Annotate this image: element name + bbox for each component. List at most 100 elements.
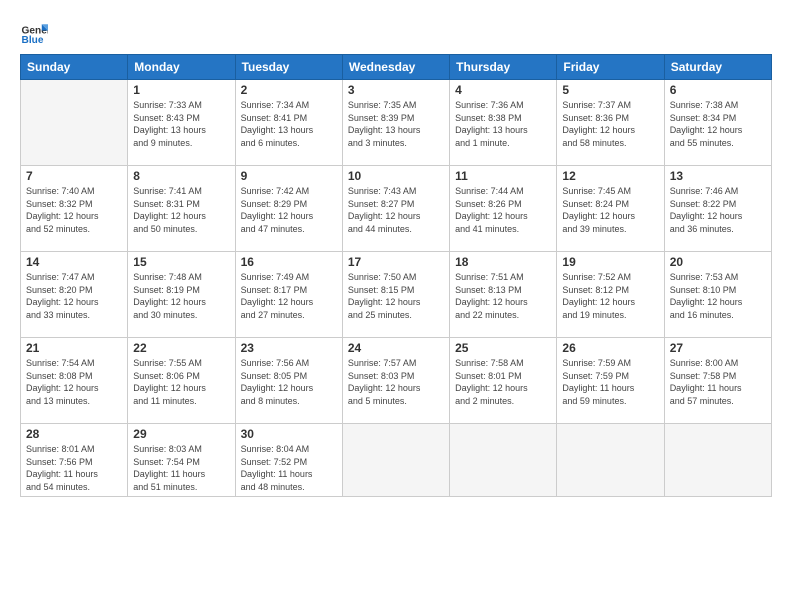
calendar-cell bbox=[21, 80, 128, 166]
calendar-cell: 2 Sunrise: 7:34 AM Sunset: 8:41 PM Daylig… bbox=[235, 80, 342, 166]
day-number: 11 bbox=[455, 169, 551, 183]
day-number: 23 bbox=[241, 341, 337, 355]
day-number: 8 bbox=[133, 169, 229, 183]
day-info: Sunrise: 7:46 AM Sunset: 8:22 PM Dayligh… bbox=[670, 185, 766, 235]
day-info: Sunrise: 7:47 AM Sunset: 8:20 PM Dayligh… bbox=[26, 271, 122, 321]
day-info: Sunrise: 7:59 AM Sunset: 7:59 PM Dayligh… bbox=[562, 357, 658, 407]
calendar-cell: 27 Sunrise: 8:00 AM Sunset: 7:58 PM Dayli… bbox=[664, 338, 771, 424]
day-info: Sunrise: 7:52 AM Sunset: 8:12 PM Dayligh… bbox=[562, 271, 658, 321]
day-number: 7 bbox=[26, 169, 122, 183]
day-info: Sunrise: 7:40 AM Sunset: 8:32 PM Dayligh… bbox=[26, 185, 122, 235]
day-info: Sunrise: 8:01 AM Sunset: 7:56 PM Dayligh… bbox=[26, 443, 122, 493]
weekday-friday: Friday bbox=[557, 55, 664, 80]
day-info: Sunrise: 7:42 AM Sunset: 8:29 PM Dayligh… bbox=[241, 185, 337, 235]
calendar-cell: 28 Sunrise: 8:01 AM Sunset: 7:56 PM Dayli… bbox=[21, 424, 128, 497]
day-info: Sunrise: 7:49 AM Sunset: 8:17 PM Dayligh… bbox=[241, 271, 337, 321]
weekday-header-row: SundayMondayTuesdayWednesdayThursdayFrid… bbox=[21, 55, 772, 80]
calendar-cell: 14 Sunrise: 7:47 AM Sunset: 8:20 PM Dayli… bbox=[21, 252, 128, 338]
logo-icon: General Blue bbox=[20, 18, 48, 46]
calendar-cell: 15 Sunrise: 7:48 AM Sunset: 8:19 PM Dayli… bbox=[128, 252, 235, 338]
day-info: Sunrise: 7:48 AM Sunset: 8:19 PM Dayligh… bbox=[133, 271, 229, 321]
day-info: Sunrise: 7:37 AM Sunset: 8:36 PM Dayligh… bbox=[562, 99, 658, 149]
day-number: 19 bbox=[562, 255, 658, 269]
calendar-cell: 5 Sunrise: 7:37 AM Sunset: 8:36 PM Daylig… bbox=[557, 80, 664, 166]
day-number: 9 bbox=[241, 169, 337, 183]
calendar-cell: 7 Sunrise: 7:40 AM Sunset: 8:32 PM Daylig… bbox=[21, 166, 128, 252]
calendar-cell: 20 Sunrise: 7:53 AM Sunset: 8:10 PM Dayli… bbox=[664, 252, 771, 338]
day-number: 6 bbox=[670, 83, 766, 97]
weekday-saturday: Saturday bbox=[664, 55, 771, 80]
weekday-tuesday: Tuesday bbox=[235, 55, 342, 80]
calendar-cell: 16 Sunrise: 7:49 AM Sunset: 8:17 PM Dayli… bbox=[235, 252, 342, 338]
calendar-cell bbox=[342, 424, 449, 497]
calendar-cell: 12 Sunrise: 7:45 AM Sunset: 8:24 PM Dayli… bbox=[557, 166, 664, 252]
day-info: Sunrise: 7:50 AM Sunset: 8:15 PM Dayligh… bbox=[348, 271, 444, 321]
day-info: Sunrise: 7:38 AM Sunset: 8:34 PM Dayligh… bbox=[670, 99, 766, 149]
calendar-cell: 26 Sunrise: 7:59 AM Sunset: 7:59 PM Dayli… bbox=[557, 338, 664, 424]
calendar-cell: 23 Sunrise: 7:56 AM Sunset: 8:05 PM Dayli… bbox=[235, 338, 342, 424]
calendar-cell: 30 Sunrise: 8:04 AM Sunset: 7:52 PM Dayli… bbox=[235, 424, 342, 497]
day-number: 2 bbox=[241, 83, 337, 97]
weekday-sunday: Sunday bbox=[21, 55, 128, 80]
day-number: 17 bbox=[348, 255, 444, 269]
day-info: Sunrise: 7:44 AM Sunset: 8:26 PM Dayligh… bbox=[455, 185, 551, 235]
day-number: 20 bbox=[670, 255, 766, 269]
day-number: 16 bbox=[241, 255, 337, 269]
header: General Blue bbox=[20, 18, 772, 46]
day-info: Sunrise: 7:58 AM Sunset: 8:01 PM Dayligh… bbox=[455, 357, 551, 407]
weekday-monday: Monday bbox=[128, 55, 235, 80]
day-info: Sunrise: 7:51 AM Sunset: 8:13 PM Dayligh… bbox=[455, 271, 551, 321]
day-info: Sunrise: 7:35 AM Sunset: 8:39 PM Dayligh… bbox=[348, 99, 444, 149]
calendar-cell: 29 Sunrise: 8:03 AM Sunset: 7:54 PM Dayli… bbox=[128, 424, 235, 497]
calendar-cell: 10 Sunrise: 7:43 AM Sunset: 8:27 PM Dayli… bbox=[342, 166, 449, 252]
day-number: 30 bbox=[241, 427, 337, 441]
day-info: Sunrise: 8:00 AM Sunset: 7:58 PM Dayligh… bbox=[670, 357, 766, 407]
day-number: 27 bbox=[670, 341, 766, 355]
day-info: Sunrise: 7:56 AM Sunset: 8:05 PM Dayligh… bbox=[241, 357, 337, 407]
calendar-cell: 19 Sunrise: 7:52 AM Sunset: 8:12 PM Dayli… bbox=[557, 252, 664, 338]
calendar-cell: 24Sunrise: 7:57 AM Sunset: 8:03 PM Dayli… bbox=[342, 338, 449, 424]
calendar-cell: 13 Sunrise: 7:46 AM Sunset: 8:22 PM Dayli… bbox=[664, 166, 771, 252]
day-info: Sunrise: 7:45 AM Sunset: 8:24 PM Dayligh… bbox=[562, 185, 658, 235]
day-number: 28 bbox=[26, 427, 122, 441]
day-number: 21 bbox=[26, 341, 122, 355]
calendar-cell: 4 Sunrise: 7:36 AM Sunset: 8:38 PM Daylig… bbox=[450, 80, 557, 166]
day-number: 4 bbox=[455, 83, 551, 97]
calendar-cell: 3 Sunrise: 7:35 AM Sunset: 8:39 PM Daylig… bbox=[342, 80, 449, 166]
weekday-thursday: Thursday bbox=[450, 55, 557, 80]
day-number: 15 bbox=[133, 255, 229, 269]
calendar-cell: 11 Sunrise: 7:44 AM Sunset: 8:26 PM Dayli… bbox=[450, 166, 557, 252]
calendar: SundayMondayTuesdayWednesdayThursdayFrid… bbox=[20, 54, 772, 497]
day-number: 12 bbox=[562, 169, 658, 183]
day-info: Sunrise: 8:04 AM Sunset: 7:52 PM Dayligh… bbox=[241, 443, 337, 493]
day-number: 5 bbox=[562, 83, 658, 97]
weekday-wednesday: Wednesday bbox=[342, 55, 449, 80]
day-info: Sunrise: 7:54 AM Sunset: 8:08 PM Dayligh… bbox=[26, 357, 122, 407]
calendar-cell bbox=[557, 424, 664, 497]
calendar-cell: 17 Sunrise: 7:50 AM Sunset: 8:15 PM Dayli… bbox=[342, 252, 449, 338]
day-number: 29 bbox=[133, 427, 229, 441]
day-number: 13 bbox=[670, 169, 766, 183]
day-info: Sunrise: 7:53 AM Sunset: 8:10 PM Dayligh… bbox=[670, 271, 766, 321]
day-number: 3 bbox=[348, 83, 444, 97]
calendar-cell: 22Sunrise: 7:55 AM Sunset: 8:06 PM Dayli… bbox=[128, 338, 235, 424]
day-info: Sunrise: 8:03 AM Sunset: 7:54 PM Dayligh… bbox=[133, 443, 229, 493]
calendar-cell: 6 Sunrise: 7:38 AM Sunset: 8:34 PM Daylig… bbox=[664, 80, 771, 166]
day-info: Sunrise: 7:34 AM Sunset: 8:41 PM Dayligh… bbox=[241, 99, 337, 149]
day-number: 24 bbox=[348, 341, 444, 355]
page: General Blue SundayMondayTuesdayWednesda… bbox=[0, 0, 792, 612]
calendar-cell bbox=[664, 424, 771, 497]
calendar-cell: 18Sunrise: 7:51 AM Sunset: 8:13 PM Dayli… bbox=[450, 252, 557, 338]
calendar-cell: 1Sunrise: 7:33 AM Sunset: 8:43 PM Daylig… bbox=[128, 80, 235, 166]
logo: General Blue bbox=[20, 18, 54, 46]
calendar-cell: 9 Sunrise: 7:42 AM Sunset: 8:29 PM Daylig… bbox=[235, 166, 342, 252]
day-info: Sunrise: 7:43 AM Sunset: 8:27 PM Dayligh… bbox=[348, 185, 444, 235]
calendar-cell: 21 Sunrise: 7:54 AM Sunset: 8:08 PM Dayli… bbox=[21, 338, 128, 424]
day-number: 1 bbox=[133, 83, 229, 97]
calendar-cell: 25Sunrise: 7:58 AM Sunset: 8:01 PM Dayli… bbox=[450, 338, 557, 424]
day-info: Sunrise: 7:36 AM Sunset: 8:38 PM Dayligh… bbox=[455, 99, 551, 149]
day-number: 14 bbox=[26, 255, 122, 269]
day-number: 26 bbox=[562, 341, 658, 355]
calendar-cell bbox=[450, 424, 557, 497]
day-number: 10 bbox=[348, 169, 444, 183]
